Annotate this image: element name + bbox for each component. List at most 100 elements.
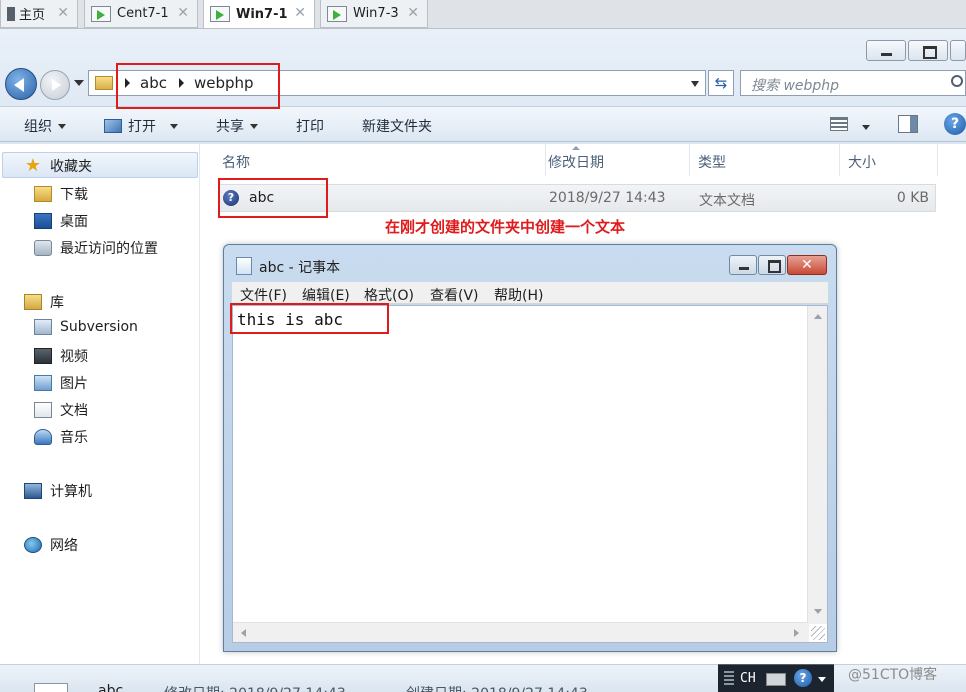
refresh-button[interactable]: ⇆: [708, 70, 734, 96]
nav-videos[interactable]: 视频: [34, 346, 88, 366]
menu-view[interactable]: 查看(V): [430, 285, 479, 305]
vm-tab-win7-3[interactable]: Win7-3 ✕: [320, 0, 428, 28]
resize-grip[interactable]: [811, 626, 825, 640]
back-button[interactable]: [5, 68, 37, 100]
chevron-down-icon[interactable]: [862, 125, 870, 130]
details-modified: 修改日期: 2018/9/27 14:43: [164, 683, 346, 692]
preview-pane-icon[interactable]: [898, 115, 918, 133]
input-language[interactable]: CH: [740, 671, 756, 686]
scroll-right-icon[interactable]: [794, 629, 799, 637]
nav-pictures[interactable]: 图片: [34, 373, 88, 393]
vm-tab-label: Win7-3: [353, 6, 399, 21]
highlight-content-box: [230, 303, 389, 334]
nav-downloads[interactable]: 下载: [34, 184, 88, 204]
chevron-down-icon[interactable]: [691, 81, 699, 87]
help-icon[interactable]: ?: [794, 669, 812, 687]
navigation-pane: ★ 收藏夹 下载 桌面 最近访问的位置 库 Subversion 视频 图片 文…: [0, 144, 200, 664]
notepad-close-button[interactable]: ✕: [787, 255, 827, 275]
vm-tab-home[interactable]: 主页 ✕: [0, 0, 78, 28]
watermark: @51CTO博客: [848, 667, 938, 683]
scroll-left-icon[interactable]: [241, 629, 246, 637]
close-icon[interactable]: ✕: [294, 5, 306, 21]
nav-documents[interactable]: 文档: [34, 400, 88, 420]
home-icon: [7, 6, 15, 21]
annotation-text: 在刚才创建的文件夹中创建一个文本: [385, 218, 626, 236]
menu-file[interactable]: 文件(F): [240, 285, 287, 305]
share-label: 共享: [216, 119, 244, 135]
column-header-type[interactable]: 类型: [698, 144, 840, 176]
vertical-scrollbar[interactable]: [807, 306, 827, 624]
open-button[interactable]: 打开: [104, 116, 178, 136]
pictures-icon: [34, 375, 52, 391]
close-icon[interactable]: ✕: [407, 5, 419, 21]
vm-tab-label: Win7-1: [236, 6, 288, 22]
notepad-maximize-button[interactable]: [758, 255, 786, 275]
menu-edit[interactable]: 编辑(E): [302, 285, 350, 305]
organize-label: 组织: [24, 119, 52, 135]
recent-pages-dropdown[interactable]: [74, 80, 84, 86]
command-bar: 组织 打开 共享 打印 新建文件夹 ?: [0, 106, 966, 142]
chevron-down-icon[interactable]: [818, 677, 826, 682]
nav-label: 最近访问的位置: [60, 241, 158, 257]
music-icon: [34, 429, 52, 445]
notepad-title: abc - 记事本: [259, 260, 341, 276]
vm-icon: [210, 6, 230, 22]
view-options-icon[interactable]: [830, 117, 848, 131]
column-header-name[interactable]: 名称: [222, 144, 546, 176]
organize-button[interactable]: 组织: [24, 116, 66, 136]
videos-icon: [34, 348, 52, 364]
menu-help[interactable]: 帮助(H): [494, 285, 543, 305]
search-input[interactable]: 搜索 webphp: [740, 70, 966, 96]
nav-label: 下载: [60, 187, 88, 203]
nav-libraries[interactable]: 库: [24, 292, 64, 312]
desktop-icon: [34, 213, 52, 229]
maximize-button[interactable]: [908, 40, 948, 61]
nav-recent-places[interactable]: 最近访问的位置: [34, 238, 158, 258]
search-icon[interactable]: [951, 75, 963, 87]
libraries-icon: [24, 294, 42, 310]
nav-computer[interactable]: 计算机: [24, 481, 92, 501]
notepad-text-area[interactable]: this is abc: [232, 305, 828, 643]
scroll-down-icon[interactable]: [814, 609, 822, 614]
nav-subversion[interactable]: Subversion: [34, 319, 138, 335]
vm-tab-cent7-1[interactable]: Cent7-1 ✕: [84, 0, 198, 28]
nav-favorites[interactable]: ★ 收藏夹: [24, 156, 92, 176]
chevron-down-icon: [170, 123, 178, 129]
grip-icon[interactable]: [724, 671, 734, 687]
nav-network[interactable]: 网络: [24, 535, 78, 555]
notepad-minimize-button[interactable]: [729, 255, 757, 275]
close-icon[interactable]: ✕: [57, 5, 69, 21]
nav-label: 库: [50, 295, 64, 311]
share-button[interactable]: 共享: [216, 116, 258, 136]
folder-icon: [95, 76, 113, 90]
vm-tab-label: Cent7-1: [117, 6, 169, 21]
nav-desktop[interactable]: 桌面: [34, 211, 88, 231]
computer-icon: [24, 483, 42, 499]
documents-icon: [34, 402, 52, 418]
menu-format[interactable]: 格式(O): [364, 285, 414, 305]
nav-label: 网络: [50, 538, 78, 554]
search-placeholder: 搜索 webphp: [751, 78, 840, 94]
nav-label: 桌面: [60, 214, 88, 230]
help-icon[interactable]: ?: [944, 113, 966, 135]
column-header-modified[interactable]: 修改日期: [548, 144, 690, 176]
keyboard-icon[interactable]: [766, 673, 786, 686]
file-size: 0 KB: [896, 190, 929, 206]
recent-places-icon: [34, 240, 52, 256]
scroll-up-icon[interactable]: [814, 314, 822, 319]
horizontal-scrollbar[interactable]: [233, 622, 809, 642]
minimize-button[interactable]: [866, 40, 906, 61]
nav-label: 视频: [60, 349, 88, 365]
details-created: 创建日期: 2018/9/27 14:43: [406, 683, 588, 692]
vm-tab-label: 主页: [19, 8, 46, 23]
file-type: 文本文档: [699, 193, 755, 209]
close-button[interactable]: [950, 40, 966, 61]
nav-music[interactable]: 音乐: [34, 427, 88, 447]
column-header-size[interactable]: 大小: [848, 144, 938, 176]
close-icon[interactable]: ✕: [177, 5, 189, 21]
forward-button[interactable]: [40, 70, 70, 100]
new-folder-label: 新建文件夹: [362, 119, 432, 135]
vm-tab-win7-1[interactable]: Win7-1 ✕: [203, 0, 315, 29]
new-folder-button[interactable]: 新建文件夹: [362, 116, 432, 136]
print-button[interactable]: 打印: [296, 116, 324, 136]
